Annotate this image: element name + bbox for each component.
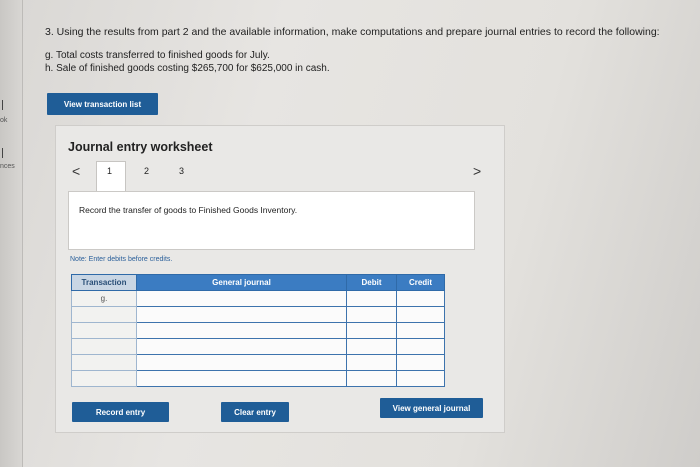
question-item-g: g. Total costs transferred to finished g… <box>45 50 270 61</box>
chevron-right-icon[interactable]: > <box>473 163 481 179</box>
credit-input[interactable] <box>396 306 445 323</box>
journal-entry-worksheet: Journal entry worksheet < 1 2 3 > Record… <box>55 125 505 433</box>
credit-input[interactable] <box>396 290 445 307</box>
view-transaction-list-button[interactable]: View transaction list <box>47 93 158 115</box>
general-journal-input[interactable] <box>136 338 347 355</box>
record-entry-button[interactable]: Record entry <box>72 402 169 422</box>
instruction-text: Record the transfer of goods to Finished… <box>79 205 298 215</box>
transaction-cell <box>71 354 137 371</box>
chevron-left-icon[interactable]: < <box>72 163 80 179</box>
pager-tab-1[interactable]: 1 <box>107 166 112 176</box>
table-row <box>71 354 445 371</box>
column-header-transaction: Transaction <box>71 274 137 291</box>
worksheet-pager: < 1 2 3 > <box>68 161 488 192</box>
credit-input[interactable] <box>396 354 445 371</box>
table-row <box>71 370 445 387</box>
pager-tab-2[interactable]: 2 <box>144 166 149 176</box>
sidebar-marker <box>2 148 7 158</box>
debit-input[interactable] <box>346 338 397 355</box>
column-header-credit: Credit <box>396 274 445 291</box>
credit-input[interactable] <box>396 322 445 339</box>
table-header-row: Transaction General journal Debit Credit <box>71 274 445 291</box>
transaction-cell <box>71 338 137 355</box>
general-journal-input[interactable] <box>136 290 347 307</box>
table-row <box>71 338 445 355</box>
note-text: Note: Enter debits before credits. <box>70 256 173 263</box>
left-sidebar-strip: ok nces <box>0 0 23 467</box>
column-header-general-journal: General journal <box>136 274 347 291</box>
debit-input[interactable] <box>346 370 397 387</box>
general-journal-input[interactable] <box>136 322 347 339</box>
table-row <box>71 322 445 339</box>
view-general-journal-button[interactable]: View general journal <box>380 398 483 418</box>
transaction-cell <box>71 370 137 387</box>
sidebar-text-2: nces <box>0 163 15 170</box>
credit-input[interactable] <box>396 338 445 355</box>
debit-input[interactable] <box>346 290 397 307</box>
sidebar-text-1: ok <box>0 117 8 124</box>
question-text: 3. Using the results from part 2 and the… <box>45 26 660 38</box>
worksheet-title: Journal entry worksheet <box>68 140 213 154</box>
general-journal-input[interactable] <box>136 370 347 387</box>
transaction-cell <box>71 306 137 323</box>
table-row: g. <box>71 290 445 307</box>
journal-table: Transaction General journal Debit Credit… <box>71 274 445 387</box>
table-row <box>71 306 445 323</box>
transaction-cell <box>71 322 137 339</box>
debit-input[interactable] <box>346 306 397 323</box>
clear-entry-button[interactable]: Clear entry <box>221 402 289 422</box>
instruction-box: Record the transfer of goods to Finished… <box>68 191 475 250</box>
credit-input[interactable] <box>396 370 445 387</box>
question-item-h: h. Sale of finished goods costing $265,7… <box>45 63 330 74</box>
column-header-debit: Debit <box>346 274 397 291</box>
transaction-cell: g. <box>71 290 137 307</box>
debit-input[interactable] <box>346 322 397 339</box>
sidebar-marker <box>2 100 7 110</box>
pager-tab-3[interactable]: 3 <box>179 166 184 176</box>
general-journal-input[interactable] <box>136 306 347 323</box>
general-journal-input[interactable] <box>136 354 347 371</box>
debit-input[interactable] <box>346 354 397 371</box>
